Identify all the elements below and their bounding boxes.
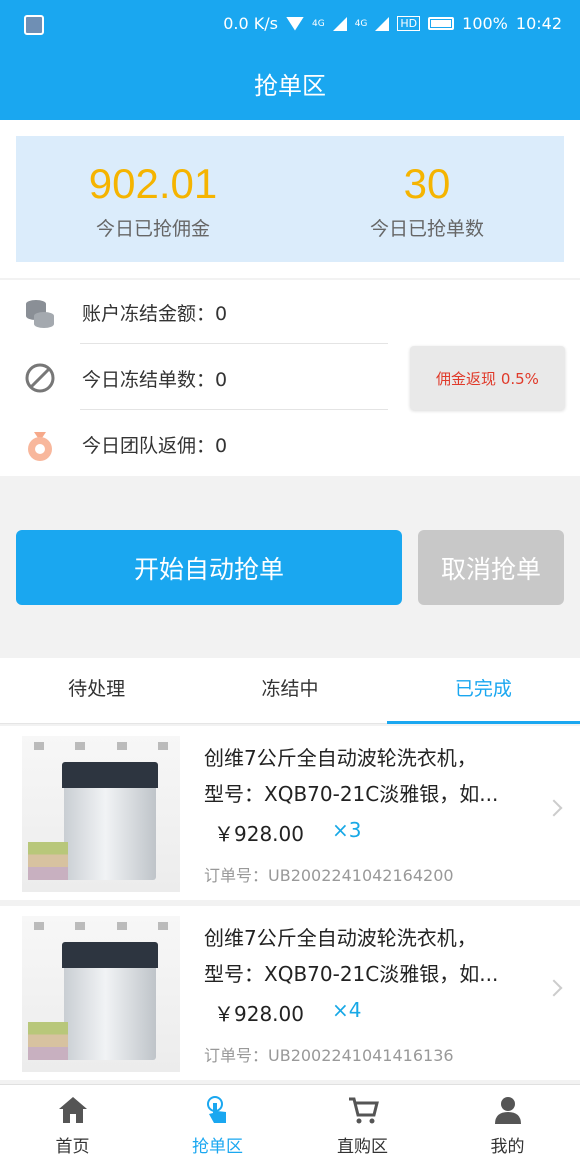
order-number: 订单号：UB2002241041416136 bbox=[204, 1046, 454, 1065]
product-name: 创维7公斤全自动波轮洗衣机， 型号：XQB70-21C淡雅银，如... bbox=[204, 746, 499, 806]
product-name: 创维7公斤全自动波轮洗衣机， 型号：XQB70-21C淡雅银，如... bbox=[204, 926, 499, 986]
nav-mine-label: 我的 bbox=[490, 1137, 525, 1157]
cart-icon bbox=[348, 1097, 379, 1124]
product-price: ￥928.00 bbox=[214, 1002, 304, 1026]
stats-card: 902.01 今日已抢佣金 30 今日已抢单数 bbox=[16, 136, 564, 262]
product-image bbox=[22, 736, 180, 892]
order-item[interactable]: 创维7公斤全自动波轮洗衣机， 型号：XQB70-21C淡雅银，如... ￥928… bbox=[0, 906, 580, 1080]
product-image bbox=[22, 916, 180, 1072]
nav-shop[interactable]: 直购区 bbox=[290, 1085, 435, 1160]
stat-orders-label: 今日已抢单数 bbox=[369, 218, 484, 240]
signal-icon bbox=[332, 16, 347, 31]
nav-home-label: 首页 bbox=[55, 1137, 90, 1157]
money-bag-icon bbox=[28, 432, 52, 461]
frozen-amount-text: 账户冻结金额：0 bbox=[82, 302, 228, 325]
page-title: 抢单区 bbox=[254, 72, 326, 100]
nav-mine[interactable]: 我的 bbox=[435, 1085, 580, 1160]
frozen-orders-row: 今日冻结单数：0 bbox=[0, 346, 388, 410]
nav-shop-label: 直购区 bbox=[337, 1137, 388, 1157]
order-tabs: 待处理 冻结中 已完成 bbox=[0, 658, 580, 724]
cashback-badge[interactable]: 佣金返现 0.5% bbox=[410, 346, 565, 410]
frozen-orders-text: 今日冻结单数：0 bbox=[82, 368, 228, 391]
clock: 10:42 bbox=[515, 14, 562, 33]
prohibited-icon bbox=[25, 363, 55, 393]
wifi-icon bbox=[285, 16, 304, 31]
battery-level: 100% bbox=[462, 14, 508, 33]
app-notification-icon bbox=[24, 15, 44, 35]
order-number: 订单号：UB2002241042164200 bbox=[204, 866, 454, 885]
net-label-1: 4G bbox=[311, 18, 325, 29]
product-price: ￥928.00 bbox=[214, 822, 304, 846]
status-bar: 0.0 K/s 4G 4G HD 100% 10:42 bbox=[0, 0, 580, 52]
stats-section: 902.01 今日已抢佣金 30 今日已抢单数 bbox=[0, 120, 580, 278]
order-item[interactable]: 创维7公斤全自动波轮洗衣机， 型号：XQB70-21C淡雅银，如... ￥928… bbox=[0, 726, 580, 900]
nav-grab[interactable]: 抢单区 bbox=[145, 1085, 290, 1160]
chevron-right-icon bbox=[545, 979, 563, 997]
nav-grab-label: 抢单区 bbox=[192, 1137, 243, 1157]
stat-commission-label: 今日已抢佣金 bbox=[95, 218, 210, 240]
hd-badge: HD bbox=[397, 16, 421, 31]
network-speed: 0.0 K/s bbox=[223, 14, 278, 33]
product-quantity: ×4 bbox=[332, 998, 362, 1022]
header-bar: 0.0 K/s 4G 4G HD 100% 10:42 抢单区 bbox=[0, 0, 580, 120]
tab-completed[interactable]: 已完成 bbox=[386, 658, 580, 724]
user-icon bbox=[494, 1097, 521, 1124]
chevron-right-icon bbox=[545, 799, 563, 817]
bottom-nav: 首页 抢单区 直购区 我的 bbox=[0, 1084, 580, 1160]
home-icon bbox=[58, 1097, 87, 1123]
signal-icon-2 bbox=[375, 16, 390, 31]
frozen-amount-row: 账户冻结金额：0 bbox=[0, 280, 388, 344]
nav-home[interactable]: 首页 bbox=[0, 1085, 145, 1160]
product-quantity: ×3 bbox=[332, 818, 362, 842]
start-auto-grab-button[interactable]: 开始自动抢单 bbox=[16, 530, 402, 605]
stat-commission: 902.01 今日已抢佣金 bbox=[16, 136, 290, 262]
account-info: 账户冻结金额：0 今日冻结单数：0 今日团队返佣：0 佣金返现 0.5% bbox=[0, 280, 580, 476]
stat-orders: 30 今日已抢单数 bbox=[290, 136, 564, 262]
tap-hand-icon bbox=[206, 1096, 226, 1123]
net-label-2: 4G bbox=[354, 18, 368, 29]
battery-icon bbox=[428, 17, 455, 30]
stat-orders-value: 30 bbox=[403, 160, 451, 207]
tab-pending[interactable]: 待处理 bbox=[0, 658, 193, 723]
coins-icon bbox=[26, 300, 54, 328]
team-rebate-text: 今日团队返佣：0 bbox=[82, 434, 228, 457]
stat-commission-value: 902.01 bbox=[88, 160, 218, 207]
team-rebate-row: 今日团队返佣：0 bbox=[0, 412, 388, 476]
cancel-grab-button[interactable]: 取消抢单 bbox=[418, 530, 564, 605]
tab-frozen[interactable]: 冻结中 bbox=[193, 658, 386, 723]
